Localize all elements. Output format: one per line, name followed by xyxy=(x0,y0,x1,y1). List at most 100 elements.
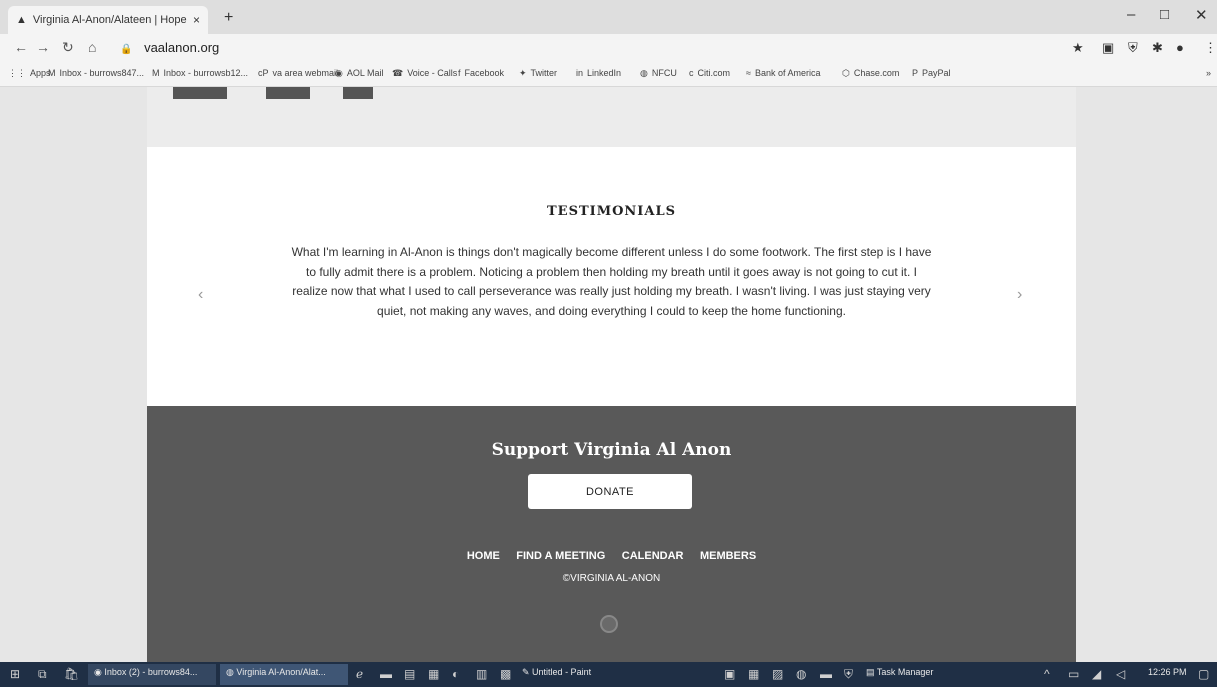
taskbar-item-chrome[interactable]: ◍ Virginia Al-Anon/Alat... xyxy=(226,667,326,678)
footer-nav-home[interactable]: HOME xyxy=(467,550,500,562)
facebook-icon: f xyxy=(458,68,461,78)
notifications-icon[interactable]: ▢ xyxy=(1198,667,1209,681)
bookmarks-overflow-icon[interactable]: » xyxy=(1206,68,1211,78)
app-icon[interactable]: ▦ xyxy=(428,667,439,681)
app-icon[interactable]: ▦ xyxy=(748,667,759,681)
bookmark-aol[interactable]: ◉ AOL Mail xyxy=(335,68,384,79)
page-viewport: TESTIMONIALS ‹ What I'm learning in Al-A… xyxy=(0,87,1217,662)
chase-icon: ⬡ xyxy=(842,68,850,78)
shield-extension-icon[interactable]: ⛨ xyxy=(1128,40,1138,56)
windows-taskbar: ⊞ ⧉ 🛍 ◉ Inbox (2) - burrows84... ◍ Virgi… xyxy=(0,662,1217,687)
explorer-icon[interactable]: ▬ xyxy=(380,667,392,681)
linkedin-icon: in xyxy=(576,68,584,78)
tray-chevron-icon[interactable]: ^ xyxy=(1044,667,1050,681)
footer-nav: HOME FIND A MEETING CALENDAR MEMBERS xyxy=(147,546,1076,564)
extension-icon[interactable]: ▣ xyxy=(1102,40,1114,56)
bookmark-star-icon[interactable]: ★ xyxy=(1072,40,1084,56)
profile-avatar-icon[interactable]: ● xyxy=(1176,40,1184,55)
battery-icon[interactable]: ▭ xyxy=(1068,667,1079,681)
support-heading: Support Virginia Al Anon xyxy=(491,440,732,460)
app-icon[interactable]: ◍ xyxy=(796,667,806,681)
bookmark-apps[interactable]: ⋮⋮ Apps xyxy=(8,68,51,79)
volume-icon[interactable]: ◁ xyxy=(1116,667,1125,681)
copyright-text: ©VIRGINIA AL-ANON xyxy=(562,573,661,584)
app-icon[interactable]: ▣ xyxy=(724,667,735,681)
hero-image-strip xyxy=(147,87,1076,147)
taskbar-clock[interactable]: 12:26 PM xyxy=(1148,667,1187,677)
minimize-button[interactable]: – xyxy=(1127,6,1135,23)
taskbar-item-inbox[interactable]: ◉ Inbox (2) - burrows84... xyxy=(94,667,197,678)
testimonials-section: TESTIMONIALS ‹ What I'm learning in Al-A… xyxy=(147,147,1076,406)
citi-icon: c xyxy=(689,68,694,78)
chrome-icon: ◍ xyxy=(226,667,237,677)
menu-kebab-icon[interactable]: ⋮ xyxy=(1204,40,1217,56)
bookmark-linkedin[interactable]: in LinkedIn xyxy=(576,68,621,78)
bookmark-gmail-1[interactable]: M Inbox - burrows847... xyxy=(48,68,144,78)
url-text: vaalanon.org xyxy=(144,40,220,55)
new-tab-button[interactable]: + xyxy=(224,9,233,27)
bookmark-citi[interactable]: c Citi.com xyxy=(689,68,730,78)
testimonials-heading: TESTIMONIALS xyxy=(546,204,677,219)
maximize-button[interactable]: □ xyxy=(1160,6,1169,23)
edge-icon[interactable]: ℯ xyxy=(356,667,363,681)
carousel-prev-arrow-icon[interactable]: ‹ xyxy=(198,286,203,304)
taskbar-item-paint[interactable]: ✎ Untitled - Paint xyxy=(522,667,591,678)
boa-icon: ≈ xyxy=(746,68,751,78)
lock-icon: 🔒 xyxy=(120,44,133,55)
close-window-button[interactable]: ✕ xyxy=(1195,6,1208,24)
footer-nav-calendar[interactable]: CALENDAR xyxy=(622,550,684,562)
site-footer: Support Virginia Al Anon DONATE HOME FIN… xyxy=(147,406,1076,662)
testimonial-quote: What I'm learning in Al-Anon is things d… xyxy=(291,245,932,318)
bookmark-nfcu[interactable]: ◍ NFCU xyxy=(640,68,677,79)
bookmark-chase[interactable]: ⬡ Chase.com xyxy=(842,68,899,79)
gmail-icon: M xyxy=(48,68,56,78)
bookmark-gmail-2[interactable]: M Inbox - burrowsb12... xyxy=(152,68,248,78)
tab-title: Virginia Al-Anon/Alateen | Hope xyxy=(32,14,187,26)
close-tab-icon[interactable]: × xyxy=(193,13,200,27)
home-icon[interactable]: ⌂ xyxy=(88,39,96,55)
footer-nav-find-a-meeting[interactable]: FIND A MEETING xyxy=(516,550,605,562)
browser-tab[interactable]: ▲ Virginia Al-Anon/Alateen | Hope × xyxy=(8,6,208,34)
address-bar[interactable]: 🔒 vaalanon.org xyxy=(120,40,219,55)
bookmark-twitter[interactable]: ✦ Twitter xyxy=(519,68,557,79)
hero-image-fragment xyxy=(343,87,373,99)
app-icon[interactable]: ▨ xyxy=(772,667,783,681)
back-arrow-icon[interactable]: ← xyxy=(14,39,28,55)
bookmark-voice[interactable]: ☎ Voice - Calls xyxy=(392,68,457,79)
globe-icon: ◍ xyxy=(640,68,648,78)
bookmark-bank-of-america[interactable]: ≈ Bank of America xyxy=(746,68,820,78)
aol-icon: ◉ xyxy=(335,68,343,78)
twitter-icon: ✦ xyxy=(519,68,527,78)
windows-start-icon[interactable]: ⊞ xyxy=(10,667,20,681)
app-icon[interactable]: ▤ xyxy=(404,667,415,681)
task-view-icon[interactable]: ⧉ xyxy=(38,667,47,682)
puzzle-extension-icon[interactable]: ✱ xyxy=(1152,40,1163,56)
bookmark-webmail[interactable]: cP va area webmail xyxy=(258,68,338,78)
carousel-next-arrow-icon[interactable]: › xyxy=(1017,286,1022,304)
bookmarks-bar: ⋮⋮ Apps M Inbox - burrows847... M Inbox - b… xyxy=(0,62,1217,87)
app-icon[interactable]: ⛨ xyxy=(844,667,853,682)
hero-image-fragment xyxy=(173,87,227,99)
bookmark-facebook[interactable]: f Facebook xyxy=(458,68,504,78)
footer-nav-members[interactable]: MEMBERS xyxy=(700,550,756,562)
bookmark-paypal[interactable]: P PayPal xyxy=(912,68,951,78)
apps-icon: ⋮⋮ xyxy=(8,68,26,78)
voice-icon: ☎ xyxy=(392,68,404,78)
network-icon[interactable]: ◢ xyxy=(1092,667,1101,681)
app-icon[interactable]: ◐ xyxy=(452,667,459,681)
hero-image-fragment xyxy=(266,87,310,99)
taskbar-item-task-manager[interactable]: ▤ Task Manager xyxy=(866,667,933,678)
app-icon[interactable]: ▩ xyxy=(500,667,511,681)
donate-button[interactable]: DONATE xyxy=(528,474,692,509)
site-favicon-icon: ▲ xyxy=(16,14,27,26)
browser-tab-strip: ▲ Virginia Al-Anon/Alateen | Hope × + – … xyxy=(0,0,1217,34)
social-link-icon[interactable] xyxy=(600,615,618,633)
browser-toolbar: ← → ↻ ⌂ 🔒 vaalanon.org ★ ▣ ⛨ ✱ ● ⋮ xyxy=(0,34,1217,62)
gmail-icon: M xyxy=(152,68,160,78)
paint-icon: ✎ xyxy=(522,667,533,677)
app-icon[interactable]: ▬ xyxy=(820,667,832,681)
forward-arrow-icon[interactable]: → xyxy=(36,39,50,55)
store-icon[interactable]: 🛍 xyxy=(64,667,79,681)
app-icon[interactable]: ▥ xyxy=(476,667,487,681)
reload-icon[interactable]: ↻ xyxy=(62,39,74,56)
